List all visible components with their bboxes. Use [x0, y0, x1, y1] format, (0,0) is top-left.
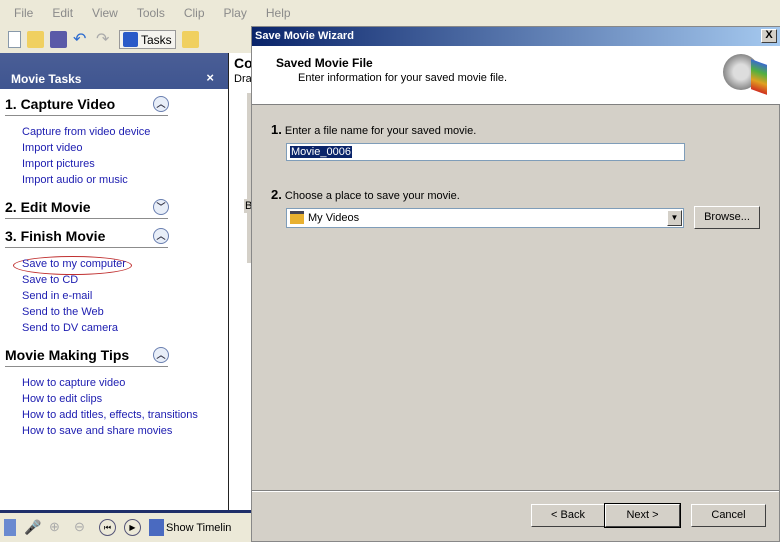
link-save-to-cd[interactable]: Save to CD	[22, 274, 78, 286]
cancel-button[interactable]: Cancel	[691, 504, 766, 527]
location-dropdown[interactable]: My Videos ▼	[286, 208, 684, 228]
movie-tasks-pane: Movie Tasks × 1. Capture Video ︿ Capture …	[0, 53, 228, 510]
show-timeline-label: Show Timelin	[166, 521, 232, 534]
section-movie-tips[interactable]: Movie Making Tips ︿	[5, 345, 169, 367]
menu-tools[interactable]: Tools	[137, 6, 165, 20]
collections-pane: Co Dra B	[228, 53, 254, 510]
next-button[interactable]: Next >	[604, 503, 681, 528]
movie-tasks-title: Movie Tasks	[11, 72, 82, 86]
new-file-icon[interactable]	[8, 31, 21, 48]
my-videos-folder-icon	[290, 211, 304, 224]
menu-play[interactable]: Play	[224, 6, 247, 20]
dialog-title: Save Movie Wizard	[255, 30, 354, 42]
tasks-icon	[123, 32, 138, 47]
chevron-up-icon[interactable]: ︿	[153, 347, 169, 363]
zoom-in-icon[interactable]: ⊕	[49, 519, 66, 536]
zoom-out-icon[interactable]: ⊖	[74, 519, 91, 536]
section-capture-video[interactable]: 1. Capture Video ︿	[5, 94, 169, 116]
section-title: 2. Edit Movie	[5, 199, 91, 215]
link-tip-save[interactable]: How to save and share movies	[22, 425, 172, 437]
save-icon[interactable]	[50, 31, 67, 48]
collections-folder-icon[interactable]	[181, 31, 199, 48]
link-send-web[interactable]: Send to the Web	[22, 306, 104, 318]
menu-file[interactable]: File	[14, 6, 33, 20]
link-import-pictures[interactable]: Import pictures	[22, 158, 95, 170]
wizard-subheading: Enter information for your saved movie f…	[298, 72, 508, 84]
location-value: My Videos	[308, 212, 360, 224]
menu-clip[interactable]: Clip	[184, 6, 205, 20]
movie-tasks-header: Movie Tasks ×	[0, 53, 228, 89]
filename-value: Movie_0006	[290, 146, 352, 158]
movie-reel-icon	[723, 52, 769, 98]
menu-view[interactable]: View	[92, 6, 118, 20]
link-import-audio[interactable]: Import audio or music	[22, 174, 128, 186]
menu-help[interactable]: Help	[266, 6, 291, 20]
narrate-microphone-icon[interactable]: 🎤	[24, 519, 41, 536]
show-timeline-button[interactable]: Show Timelin	[149, 519, 231, 536]
wizard-heading: Saved Movie File	[276, 56, 373, 70]
browse-button[interactable]: Browse...	[694, 206, 760, 229]
link-import-video[interactable]: Import video	[22, 142, 83, 154]
dialog-title-bar: Save Movie Wizard X	[252, 27, 780, 46]
link-save-to-computer[interactable]: Save to my computer	[22, 258, 126, 270]
section-title: 1. Capture Video	[5, 96, 116, 112]
close-button[interactable]: X	[761, 29, 777, 43]
menu-bar: File Edit View Tools Clip Play Help	[0, 0, 780, 26]
section-title: 3. Finish Movie	[5, 228, 106, 244]
back-button[interactable]: < Back	[531, 504, 605, 527]
step1-text: Enter a file name for your saved movie.	[284, 125, 477, 137]
chevron-up-icon[interactable]: ︿	[153, 228, 169, 244]
tasks-button[interactable]: Tasks	[119, 30, 176, 49]
section-edit-movie[interactable]: 2. Edit Movie ﹀	[5, 197, 169, 219]
pane-subtitle: Dra	[234, 73, 252, 85]
storyboard-toolbar: 🎤 ⊕ ⊖ ⏮ ▶ Show Timelin	[0, 510, 251, 542]
chevron-up-icon[interactable]: ︿	[153, 96, 169, 112]
link-send-email[interactable]: Send in e-mail	[22, 290, 92, 302]
step1-number: 1.	[271, 122, 282, 137]
step1-label: 1. Enter a file name for your saved movi…	[271, 122, 476, 137]
filename-input[interactable]: Movie_0006	[286, 143, 685, 161]
menu-edit[interactable]: Edit	[52, 6, 73, 20]
link-capture-device[interactable]: Capture from video device	[22, 126, 150, 138]
pane-title: Co	[234, 55, 253, 71]
step2-text: Choose a place to save your movie.	[284, 190, 460, 202]
tasks-label: Tasks	[141, 32, 172, 47]
close-pane-button[interactable]: ×	[206, 70, 214, 85]
section-title: Movie Making Tips	[5, 347, 130, 363]
link-tip-titles[interactable]: How to add titles, effects, transitions	[22, 409, 198, 421]
link-send-dv[interactable]: Send to DV camera	[22, 322, 118, 334]
divider	[252, 490, 779, 492]
chevron-down-icon[interactable]: ﹀	[153, 199, 169, 215]
section-finish-movie[interactable]: 3. Finish Movie ︿	[5, 226, 169, 248]
timeline-icon	[149, 519, 164, 536]
storyboard-icon[interactable]	[4, 519, 16, 536]
open-folder-icon[interactable]	[27, 31, 44, 48]
toolbar: ↶ ↷ Tasks	[0, 27, 260, 52]
step2-label: 2. Choose a place to save your movie.	[271, 187, 460, 202]
step2-number: 2.	[271, 187, 282, 202]
dropdown-arrow-icon[interactable]: ▼	[667, 210, 682, 226]
link-tip-capture[interactable]: How to capture video	[22, 377, 125, 389]
rewind-icon[interactable]: ⏮	[99, 519, 116, 536]
play-icon[interactable]: ▶	[124, 519, 141, 536]
redo-icon[interactable]: ↷	[96, 31, 113, 48]
link-tip-edit[interactable]: How to edit clips	[22, 393, 102, 405]
wizard-header: Saved Movie File Enter information for y…	[252, 46, 780, 105]
save-movie-wizard-dialog: Save Movie Wizard X Saved Movie File Ent…	[251, 26, 780, 542]
undo-icon[interactable]: ↶	[73, 31, 90, 48]
